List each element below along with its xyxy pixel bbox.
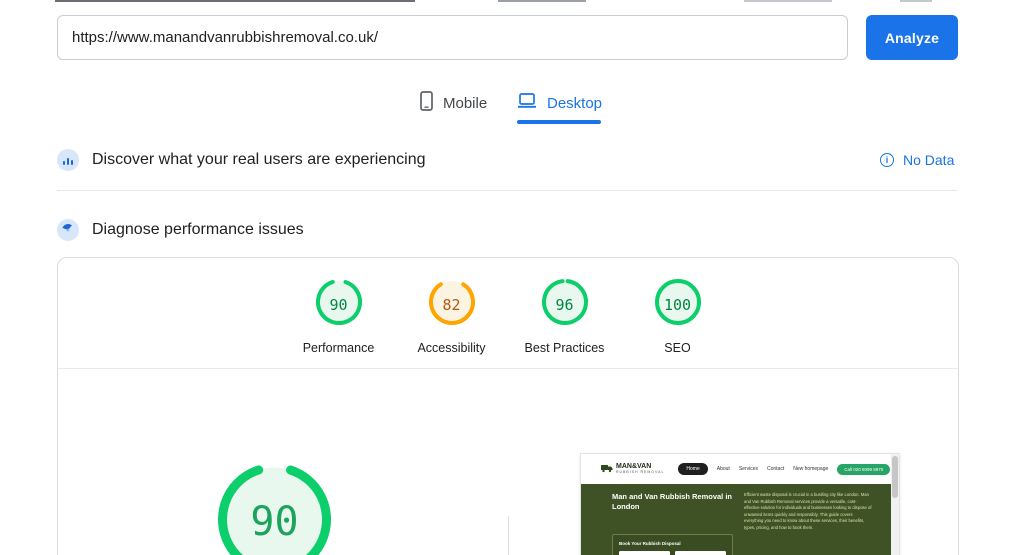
site-screenshot-thumbnail[interactable]: MAN&VAN RUBBISH REMOVAL Home About Servi… <box>581 454 899 555</box>
best-practices-score-label[interactable]: Best Practices <box>525 341 605 355</box>
tab-mobile-label: Mobile <box>443 94 488 112</box>
metrics-vertical-divider <box>508 516 509 555</box>
thumb-scrollbar-thumb[interactable] <box>892 456 898 498</box>
thumb-name-field[interactable]: *Enter your name <box>619 551 670 555</box>
seo-score-label[interactable]: SEO <box>664 341 690 355</box>
thumb-nav-contact[interactable]: Contact <box>767 466 784 472</box>
performance-score-label[interactable]: Performance <box>303 341 375 355</box>
mobile-phone-icon <box>420 91 433 115</box>
score-item-performance: 90 Performance <box>282 279 395 355</box>
score-item-seo: 100 SEO <box>621 279 734 355</box>
thumb-site-logo: MAN&VAN RUBBISH REMOVAL <box>601 460 664 478</box>
accessibility-score-label[interactable]: Accessibility <box>417 341 485 355</box>
thumb-nav-new-homepage[interactable]: New homepage <box>793 466 828 472</box>
thumb-nav-services[interactable]: Services <box>739 466 758 472</box>
clipped-header-fragment <box>498 0 586 2</box>
analyze-button[interactable]: Analyze <box>866 15 958 60</box>
thumb-hero-section: Man and Van Rubbish Removal in London Bo… <box>581 484 891 555</box>
url-input[interactable] <box>57 15 848 60</box>
clipped-header-fragment <box>55 0 415 2</box>
score-item-best-practices: 96 Best Practices <box>508 279 621 355</box>
clipped-header-fragment <box>744 0 832 2</box>
field-data-section-title: Discover what your real users are experi… <box>92 151 426 168</box>
info-icon[interactable]: i <box>880 153 894 167</box>
pagespeed-insights-page: Analyze Mobile Desktop Discover what you… <box>0 0 1024 555</box>
thumb-nav-home[interactable]: Home <box>678 463 708 475</box>
tab-desktop[interactable]: Desktop <box>517 90 602 116</box>
real-users-icon <box>57 149 79 171</box>
thumb-booking-form: Book Your Rubbish Disposal *Enter your n… <box>612 534 733 555</box>
performance-score-gauge[interactable]: 90 <box>315 279 362 330</box>
thumb-nav-about[interactable]: About <box>717 466 730 472</box>
tab-mobile[interactable]: Mobile <box>420 90 487 116</box>
category-scores-row: 90 Performance 82 Accessibility 96 Best … <box>282 279 734 355</box>
best-practices-score-gauge[interactable]: 96 <box>541 279 588 330</box>
active-tab-underline <box>517 120 601 124</box>
score-item-accessibility: 82 Accessibility <box>395 279 508 355</box>
thumb-intro-paragraph: Efficient waste disposal is crucial in a… <box>744 492 872 530</box>
thumb-logo-subtitle: RUBBISH REMOVAL <box>616 469 665 474</box>
thumb-call-button[interactable]: Call 020 8099 8970 <box>837 463 891 475</box>
van-logo-icon <box>601 460 613 478</box>
thumb-site-header: MAN&VAN RUBBISH REMOVAL Home About Servi… <box>581 454 891 484</box>
performance-big-gauge[interactable]: 90 <box>218 463 331 555</box>
tab-desktop-label: Desktop <box>547 94 603 112</box>
section-divider <box>57 190 958 191</box>
diagnose-section-title: Diagnose performance issues <box>92 221 304 238</box>
thumb-form-title: Book Your Rubbish Disposal <box>619 541 681 546</box>
thumb-email-field[interactable]: *Enter email <box>675 551 726 555</box>
card-divider <box>58 368 958 369</box>
thumb-nav: Home About Services Contact New homepage… <box>678 463 891 475</box>
clipped-header-fragment <box>900 0 932 2</box>
seo-score-gauge[interactable]: 100 <box>654 279 701 330</box>
lighthouse-report-card: 90 Performance 82 Accessibility 96 Best … <box>57 257 959 555</box>
thumb-hero-title: Man and Van Rubbish Removal in London <box>612 492 733 512</box>
diagnose-gauge-icon <box>57 219 79 241</box>
desktop-laptop-icon <box>517 93 537 113</box>
thumb-scrollbar[interactable] <box>891 454 899 555</box>
accessibility-score-gauge[interactable]: 82 <box>428 279 475 330</box>
no-data-status[interactable]: No Data <box>903 152 954 168</box>
